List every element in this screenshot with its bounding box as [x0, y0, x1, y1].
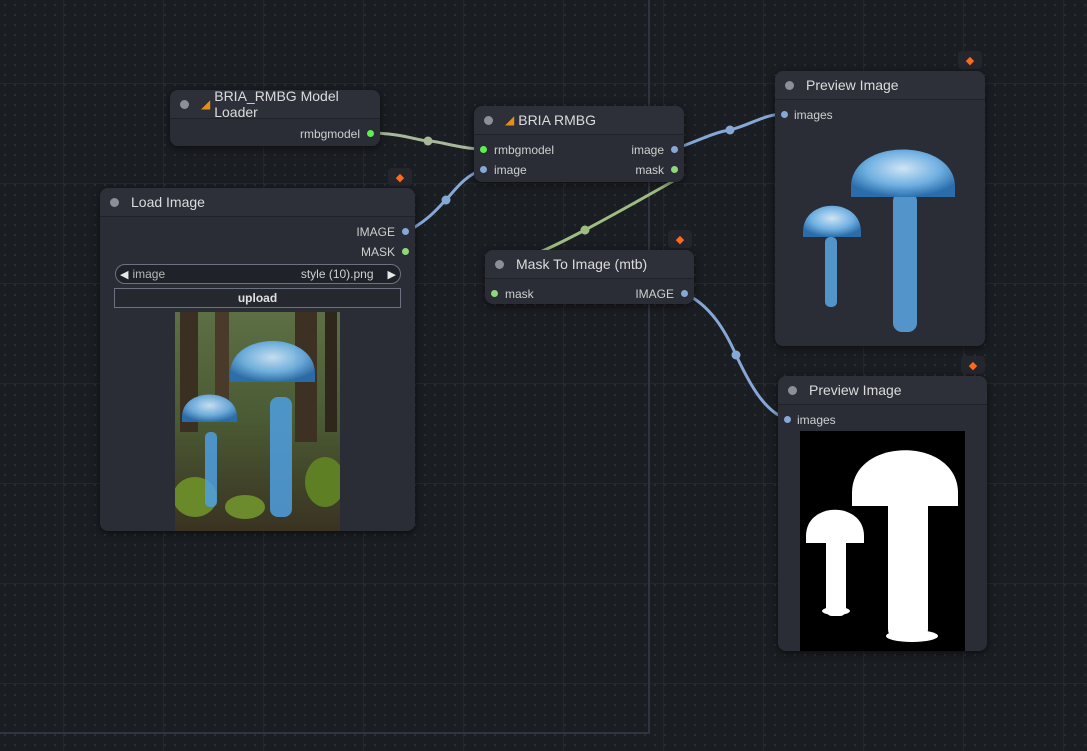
input-slot-mask[interactable]: [491, 290, 498, 297]
output-slot-mask[interactable]: [402, 248, 409, 255]
output-label: MASK: [360, 245, 395, 259]
rmbg-output-preview: [803, 149, 955, 332]
node-load-image[interactable]: Load Image IMAGE MASK ◀ image style (10)…: [100, 188, 415, 531]
node-header[interactable]: Load Image: [100, 188, 415, 217]
link-rmbg-to-preview1: [674, 112, 785, 151]
node-title: BRIA RMBG: [518, 112, 597, 128]
node-preview-image-2[interactable]: Preview Image images: [778, 376, 987, 651]
node-preview-image-1[interactable]: Preview Image images: [775, 71, 985, 346]
node-model-loader[interactable]: ◢ BRIA_RMBG Model Loader rmbgmodel: [170, 88, 380, 146]
link-preview2-midpoint: [731, 350, 741, 360]
node-bria-rmbg[interactable]: ◢ BRIA RMBG rmbgmodel image image mask: [474, 106, 684, 182]
input-label: mask: [505, 287, 534, 301]
output-label: IMAGE: [635, 287, 674, 301]
output-label: IMAGE: [356, 225, 395, 239]
output-label: rmbgmodel: [299, 127, 360, 141]
node-title: BRIA_RMBG Model Loader: [214, 88, 339, 120]
node-header[interactable]: ◢ BRIA_RMBG Model Loader: [170, 88, 380, 120]
combo-left-arrow[interactable]: ◀: [116, 268, 132, 281]
collapse-dot[interactable]: [785, 80, 794, 90]
fox-icon: ◆: [958, 51, 982, 69]
node-title: Mask To Image (mtb): [516, 256, 648, 272]
input-image-preview: [175, 312, 340, 531]
link-preview1-midpoint: [725, 125, 735, 135]
node-title: Preview Image: [806, 77, 899, 93]
input-slot-images[interactable]: [784, 416, 791, 423]
collapse-dot[interactable]: [180, 99, 189, 109]
input-label: rmbgmodel: [494, 143, 555, 157]
node-title: Preview Image: [809, 382, 902, 398]
image-combo[interactable]: ◀ image style (10).png ▶: [115, 264, 401, 284]
output-slot-image[interactable]: [402, 228, 409, 235]
node-header[interactable]: Preview Image: [778, 376, 987, 405]
brush-icon: ◢: [201, 97, 211, 111]
brush-icon: ◢: [505, 113, 515, 127]
combo-value: style (10).png: [300, 267, 374, 281]
node-title: Load Image: [131, 194, 205, 210]
output-slot-mask[interactable]: [671, 166, 678, 173]
fox-icon: ◆: [961, 356, 985, 374]
combo-right-arrow[interactable]: ▶: [384, 268, 400, 281]
collapse-dot[interactable]: [788, 385, 797, 395]
combo-label: image: [132, 267, 166, 281]
output-label: mask: [635, 163, 664, 177]
input-label: images: [797, 413, 836, 427]
fox-icon: ◆: [668, 230, 692, 248]
upload-button[interactable]: upload: [114, 288, 401, 308]
mask-output-preview: [800, 431, 965, 651]
node-header[interactable]: ◢ BRIA RMBG: [474, 106, 684, 135]
input-label: images: [794, 108, 833, 122]
output-slot-image[interactable]: [681, 290, 688, 297]
input-slot-image[interactable]: [480, 166, 487, 173]
link-mtb-to-preview2: [683, 291, 788, 421]
input-label: image: [494, 163, 527, 177]
input-slot-images[interactable]: [781, 111, 788, 118]
output-label: image: [631, 143, 664, 157]
output-slot-image[interactable]: [671, 146, 678, 153]
collapse-dot[interactable]: [110, 197, 119, 207]
output-slot[interactable]: [367, 130, 374, 137]
input-slot-rmbgmodel[interactable]: [480, 146, 487, 153]
fox-icon: ◆: [388, 168, 412, 186]
node-header[interactable]: Mask To Image (mtb): [485, 250, 694, 279]
collapse-dot[interactable]: [495, 259, 504, 269]
node-header[interactable]: Preview Image: [775, 71, 985, 100]
node-mask-to-image[interactable]: Mask To Image (mtb) mask IMAGE: [485, 250, 694, 304]
collapse-dot[interactable]: [484, 115, 493, 125]
